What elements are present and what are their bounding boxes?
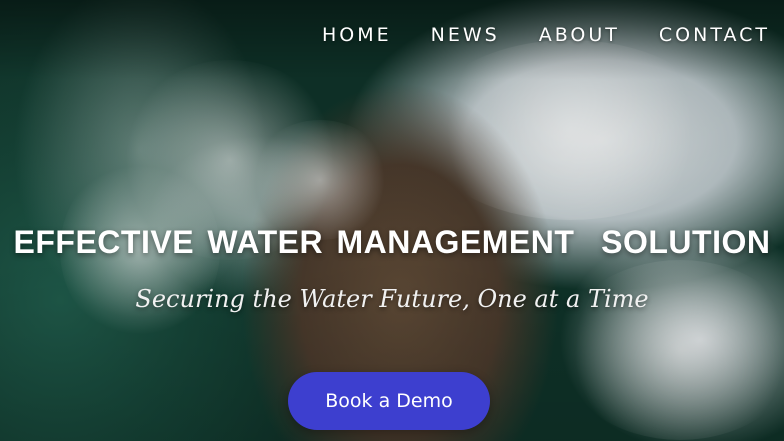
- nav-about[interactable]: ABOUT: [539, 24, 620, 46]
- nav-news[interactable]: NEWS: [431, 24, 500, 46]
- hero-headline: EFFECTIVE WATER MANAGEMENT SOLUTION: [13, 224, 771, 260]
- main-nav: HOME NEWS ABOUT CONTACT: [322, 24, 770, 46]
- hero-section: HOME NEWS ABOUT CONTACT EFFECTIVE WATER …: [0, 0, 784, 441]
- nav-contact[interactable]: CONTACT: [659, 24, 770, 46]
- book-demo-button[interactable]: Book a Demo: [288, 372, 490, 430]
- hero-tagline: Securing the Water Future, One at a Time: [135, 285, 649, 313]
- nav-home[interactable]: HOME: [322, 24, 392, 46]
